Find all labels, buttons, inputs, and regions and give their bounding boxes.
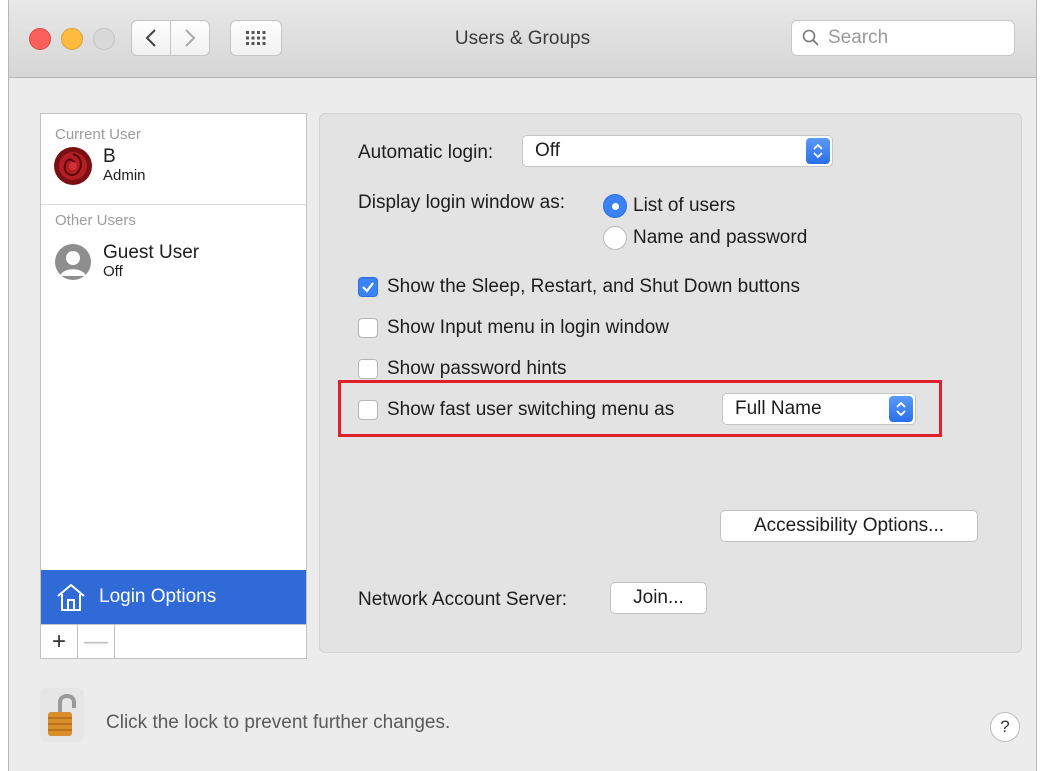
other-users-header: Other Users xyxy=(55,212,136,229)
checkmark-icon xyxy=(362,282,374,293)
login-options-label: Login Options xyxy=(99,586,217,607)
popup-arrows-icon xyxy=(806,138,830,164)
current-user-header: Current User xyxy=(55,126,141,143)
accessibility-options-button[interactable]: Accessibility Options... xyxy=(720,510,978,542)
add-user-button[interactable]: + xyxy=(41,625,78,658)
automatic-login-popup[interactable]: Off xyxy=(522,135,833,167)
guest-user-avatar-icon xyxy=(55,244,91,280)
lock-button[interactable] xyxy=(40,688,84,742)
show-input-menu-checkbox[interactable] xyxy=(358,318,378,338)
lock-status-text: Click the lock to prevent further change… xyxy=(106,712,451,733)
login-options-item[interactable]: Login Options xyxy=(41,570,306,624)
sidebar-toolbar: + — xyxy=(41,624,306,658)
search-icon xyxy=(802,29,819,46)
name-and-password-radio[interactable] xyxy=(603,226,627,250)
user-avatar-rose-icon xyxy=(54,147,92,185)
unlocked-padlock-icon xyxy=(40,688,84,742)
list-of-users-label: List of users xyxy=(633,195,736,216)
show-sleep-restart-checkbox[interactable] xyxy=(358,277,378,297)
users-groups-window: Users & Groups Search Current User B Adm… xyxy=(8,0,1037,771)
search-field[interactable]: Search xyxy=(791,20,1015,56)
automatic-login-value: Off xyxy=(535,140,560,161)
guest-user-row[interactable]: Guest User Off xyxy=(53,242,199,282)
display-login-label: Display login window as: xyxy=(358,192,565,213)
name-and-password-label: Name and password xyxy=(633,227,808,248)
list-of-users-radio[interactable] xyxy=(603,194,627,218)
title-bar: Users & Groups Search xyxy=(9,0,1036,78)
guest-user-status: Off xyxy=(103,263,123,280)
highlight-box xyxy=(338,380,942,437)
show-password-hints-checkbox[interactable] xyxy=(358,359,378,379)
show-sleep-restart-label: Show the Sleep, Restart, and Shut Down b… xyxy=(387,276,800,297)
remove-user-button[interactable]: — xyxy=(78,625,115,658)
house-icon xyxy=(57,583,85,611)
join-button[interactable]: Join... xyxy=(610,582,707,614)
current-user-row[interactable]: B Admin xyxy=(53,146,146,186)
current-user-name: B xyxy=(103,146,116,167)
show-password-hints-label: Show password hints xyxy=(387,358,567,379)
help-button[interactable]: ? xyxy=(990,712,1020,742)
search-placeholder: Search xyxy=(828,27,889,48)
sidebar-divider xyxy=(41,204,306,205)
network-account-server-label: Network Account Server: xyxy=(358,589,568,610)
current-user-role: Admin xyxy=(103,167,146,184)
guest-user-name: Guest User xyxy=(103,242,200,263)
users-sidebar: Current User B Admin Other Users Guest U xyxy=(40,113,307,659)
automatic-login-label: Automatic login: xyxy=(358,142,494,163)
show-input-menu-label: Show Input menu in login window xyxy=(387,317,670,338)
